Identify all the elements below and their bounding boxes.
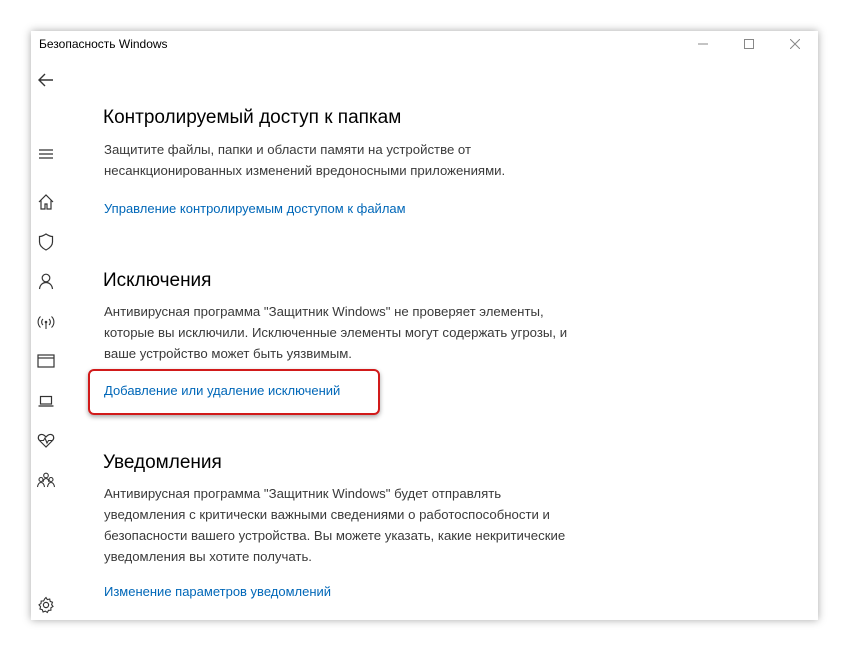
family-icon	[36, 472, 56, 488]
maximize-button[interactable]	[726, 31, 772, 57]
add-remove-exclusions-link[interactable]: Добавление или удаление исключений	[104, 383, 340, 398]
section-desc-notifications: Антивирусная программа "Защитник Windows…	[104, 486, 566, 564]
home-icon	[38, 194, 54, 210]
back-arrow-icon	[38, 73, 53, 87]
change-notification-settings-link[interactable]: Изменение параметров уведомлений	[104, 584, 331, 599]
person-icon	[38, 273, 54, 290]
left-navigation	[31, 57, 61, 620]
window-title: Безопасность Windows	[39, 37, 168, 51]
minimize-icon	[698, 43, 708, 45]
nav-virus-protection[interactable]	[35, 231, 57, 253]
nav-device-performance[interactable]	[35, 429, 57, 451]
laptop-icon	[38, 395, 54, 407]
section-title-notifications: Уведомления	[103, 452, 222, 473]
menu-button[interactable]	[35, 143, 57, 165]
window-controls	[680, 31, 818, 57]
title-bar: Безопасность Windows	[31, 31, 818, 57]
wifi-icon	[37, 316, 55, 329]
section-title-controlled-folder-access: Контролируемый доступ к папкам	[103, 107, 402, 128]
close-icon	[790, 39, 800, 49]
nav-account-protection[interactable]	[35, 270, 57, 292]
gear-icon	[38, 596, 54, 614]
manage-controlled-folder-access-link[interactable]: Управление контролируемым доступом к фай…	[104, 201, 406, 216]
nav-device-security[interactable]	[35, 390, 57, 412]
browser-icon	[37, 354, 55, 368]
nav-home[interactable]	[35, 191, 57, 213]
nav-settings[interactable]	[35, 594, 57, 616]
section-desc-exclusions: Антивирусная программа "Защитник Windows…	[104, 304, 568, 361]
back-button[interactable]	[35, 69, 57, 91]
section-title-exclusions: Исключения	[103, 270, 212, 291]
app-window: Безопасность Windows Контролируемый дост…	[31, 31, 818, 620]
shield-icon	[38, 233, 54, 251]
nav-firewall-network[interactable]	[35, 311, 57, 333]
maximize-icon	[744, 39, 754, 49]
heart-icon	[37, 433, 55, 448]
nav-family-options[interactable]	[35, 469, 57, 491]
minimize-button[interactable]	[680, 31, 726, 57]
hamburger-menu-icon	[39, 149, 53, 159]
close-button[interactable]	[772, 31, 818, 57]
section-desc-controlled-folder-access: Защитите файлы, папки и области памяти н…	[104, 142, 506, 178]
nav-app-browser-control[interactable]	[35, 350, 57, 372]
